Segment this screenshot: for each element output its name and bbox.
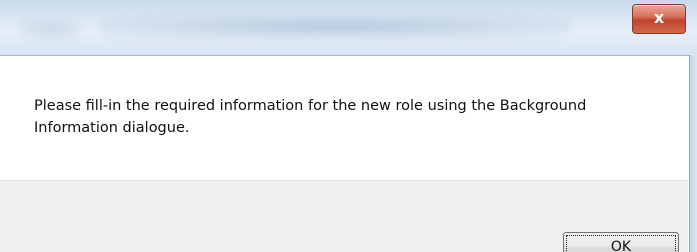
- message-dialog: x Please fill-in the required informatio…: [0, 0, 697, 252]
- close-button[interactable]: x: [632, 4, 686, 34]
- dialog-message: Please fill-in the required information …: [34, 98, 587, 136]
- title-bar[interactable]: x: [0, 0, 697, 55]
- title-bar-blurred-background: [20, 18, 80, 40]
- title-bar-blurred-title: [100, 14, 570, 40]
- close-icon: x: [653, 8, 665, 27]
- window-frame-right: [689, 55, 697, 252]
- ok-button-label: OK: [566, 235, 676, 252]
- ok-button[interactable]: OK: [563, 232, 679, 252]
